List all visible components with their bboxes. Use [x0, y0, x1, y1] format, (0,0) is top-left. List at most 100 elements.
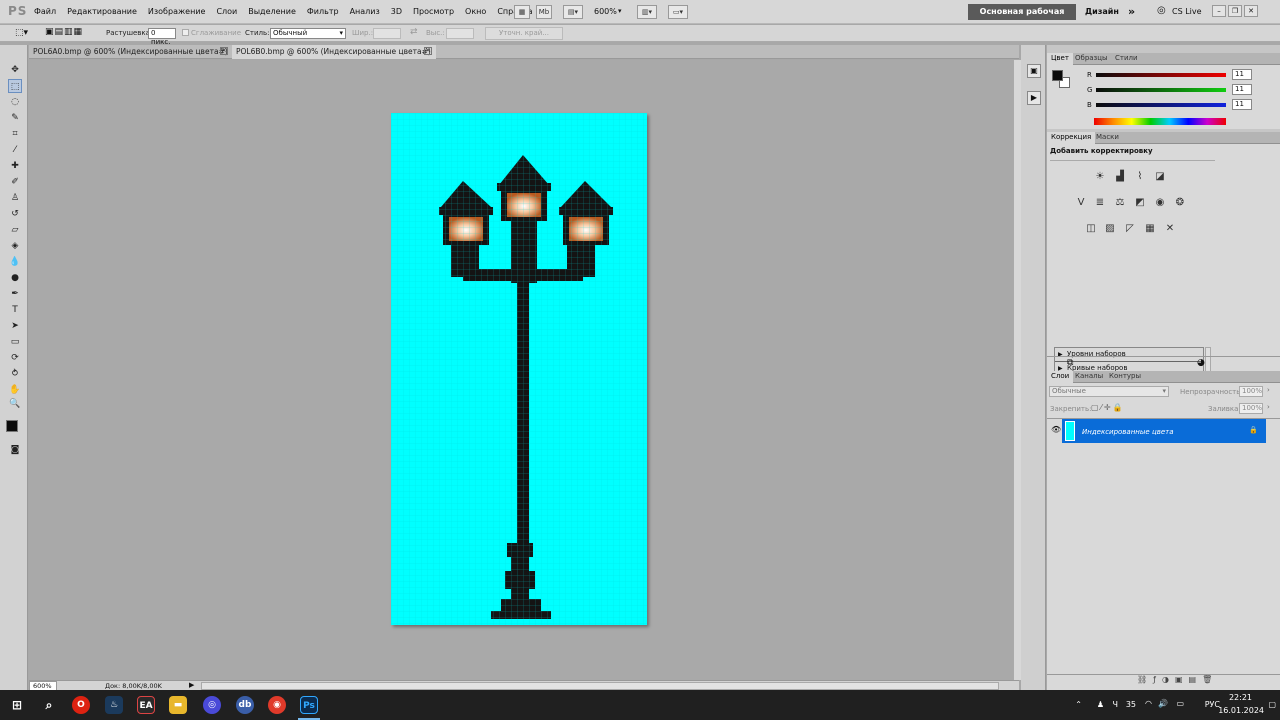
tray-wifi-icon[interactable]: ◠: [1145, 699, 1152, 708]
move-tool-icon[interactable]: ✥: [8, 63, 22, 77]
selective-color-icon[interactable]: ✕: [1163, 222, 1177, 236]
chevron-down-icon[interactable]: ▾: [618, 7, 622, 15]
tab-masks[interactable]: Маски: [1092, 132, 1123, 144]
eraser-tool-icon[interactable]: ▱: [8, 223, 22, 237]
dodge-tool-icon[interactable]: ●: [8, 271, 22, 285]
invert-icon[interactable]: ◫: [1084, 222, 1098, 236]
horizontal-scrollbar[interactable]: [201, 682, 999, 690]
curves-icon[interactable]: ⌇: [1133, 170, 1147, 184]
more-workspaces-icon[interactable]: »: [1128, 5, 1135, 18]
pen-tool-icon[interactable]: ✒: [8, 287, 22, 301]
healing-brush-tool-icon[interactable]: ✚: [8, 159, 22, 173]
menu-item[interactable]: Окно: [465, 7, 486, 16]
photoshop-taskbar-icon[interactable]: Ps: [300, 696, 318, 714]
cslive-icon[interactable]: ◎: [1157, 5, 1166, 16]
new-adjustment-layer-icon[interactable]: ◕: [1197, 358, 1205, 368]
brush-tool-icon[interactable]: ✐: [8, 175, 22, 189]
windows-start-icon[interactable]: ⊞: [8, 696, 26, 714]
tab-pol6a0[interactable]: POL6A0.bmp @ 600% (Индексированные цвета…: [29, 45, 232, 69]
preset-item[interactable]: Уровни наборов: [1055, 348, 1203, 362]
path-selection-tool-icon[interactable]: ➤: [8, 319, 22, 333]
opera-icon[interactable]: O: [72, 696, 90, 714]
menu-item[interactable]: Выделение: [248, 7, 296, 16]
height-input[interactable]: [446, 28, 474, 39]
threshold-icon[interactable]: ◸: [1123, 222, 1137, 236]
tray-volume-icon[interactable]: 🔊: [1158, 699, 1168, 708]
tab-color[interactable]: Цвет: [1047, 53, 1073, 65]
color-ramp[interactable]: [1094, 118, 1226, 125]
channel-b-value[interactable]: 11: [1232, 99, 1252, 110]
tab-swatches[interactable]: Образцы: [1071, 53, 1112, 65]
tab-channels[interactable]: Каналы: [1071, 371, 1107, 383]
vertical-scrollbar[interactable]: [1013, 60, 1021, 680]
menu-item[interactable]: 3D: [391, 7, 402, 16]
tray-app-icon[interactable]: ♟: [1097, 700, 1104, 709]
channel-mixer-icon[interactable]: ❂: [1173, 196, 1187, 210]
menu-item[interactable]: Фильтр: [307, 7, 339, 16]
close-button[interactable]: ✕: [1244, 5, 1258, 17]
zoom-tool-icon[interactable]: 🔍: [8, 397, 22, 411]
lasso-tool-icon[interactable]: ◌: [8, 95, 22, 109]
search-icon[interactable]: ⌕: [40, 696, 58, 714]
gradient-map-icon[interactable]: ▦: [1143, 222, 1157, 236]
fill-input[interactable]: 100%: [1239, 403, 1263, 414]
refine-edge-button[interactable]: Уточн. край...: [485, 27, 563, 40]
close-tab-icon[interactable]: ×: [220, 47, 228, 55]
restore-button[interactable]: ❐: [1228, 5, 1242, 17]
3d-rotate-tool-icon[interactable]: ⟳: [8, 351, 22, 365]
history-brush-tool-icon[interactable]: ↺: [8, 207, 22, 221]
zoom-level-dropdown[interactable]: 600%: [594, 7, 617, 16]
cslive-button[interactable]: CS Live: [1172, 7, 1202, 16]
tray-battery-icon[interactable]: ▭: [1176, 699, 1184, 708]
marquee-preset-icon[interactable]: ⬚▾: [15, 28, 28, 38]
blend-mode-select[interactable]: Обычные ▾: [1049, 386, 1169, 397]
swap-icon[interactable]: ⇄: [410, 27, 418, 37]
history-panel-icon[interactable]: ▣: [1027, 64, 1041, 78]
mini-bridge-button[interactable]: Mb: [536, 5, 552, 19]
rect-marquee-tool-icon[interactable]: ⬚: [8, 79, 22, 93]
workspace-essentials-button[interactable]: Основная рабочая среда: [968, 4, 1076, 32]
width-input[interactable]: [373, 28, 401, 39]
3d-orbit-tool-icon[interactable]: ⥁: [8, 367, 22, 381]
channel-b-slider[interactable]: [1096, 103, 1226, 107]
exposure-icon[interactable]: ◪: [1153, 170, 1167, 184]
channel-g-value[interactable]: 11: [1232, 84, 1252, 95]
file-explorer-icon[interactable]: ▬: [169, 696, 187, 714]
tab-pol6b0[interactable]: POL6B0.bmp @ 600% (Индексированные цвета…: [232, 45, 436, 69]
eyedropper-tool-icon[interactable]: ⁄: [8, 143, 22, 157]
clock-date[interactable]: 16.01.2024: [1218, 706, 1264, 715]
blur-tool-icon[interactable]: 💧: [8, 255, 22, 269]
quick-select-tool-icon[interactable]: ✎: [8, 111, 22, 125]
menu-item[interactable]: Анализ: [350, 7, 380, 16]
foreground-color-chip[interactable]: [1052, 70, 1063, 81]
workspace-design-button[interactable]: Дизайн: [1085, 7, 1119, 16]
opacity-arrow-icon[interactable]: ›: [1267, 386, 1270, 394]
menu-item[interactable]: Редактирование: [67, 7, 137, 16]
paint-bucket-tool-icon[interactable]: ◈: [8, 239, 22, 253]
black-white-icon[interactable]: ◩: [1133, 196, 1147, 210]
arrange-documents-button[interactable]: ▥▾: [637, 5, 657, 19]
ea-icon[interactable]: EA: [137, 696, 155, 714]
view-extras-button[interactable]: ▤▾: [563, 5, 583, 19]
color-balance-icon[interactable]: ⚖: [1113, 196, 1127, 210]
tray-overflow-icon[interactable]: ⌃: [1075, 700, 1082, 709]
canvas-area[interactable]: [29, 60, 1013, 680]
fill-arrow-icon[interactable]: ›: [1267, 403, 1270, 411]
channel-g-slider[interactable]: [1096, 88, 1226, 92]
lock-icons[interactable]: ▢⁄✛🔒: [1091, 403, 1125, 412]
clip-to-layer-icon[interactable]: ⧉: [1067, 358, 1073, 368]
posterize-icon[interactable]: ▨: [1103, 222, 1117, 236]
photo-filter-icon[interactable]: ◉: [1153, 196, 1167, 210]
actions-panel-icon[interactable]: ▶: [1027, 91, 1041, 105]
app-db-icon[interactable]: db: [236, 696, 254, 714]
levels-icon[interactable]: ▟: [1113, 170, 1127, 184]
menu-item[interactable]: Файл: [34, 7, 56, 16]
quick-mask-icon[interactable]: ◙: [8, 443, 22, 457]
shape-tool-icon[interactable]: ▭: [8, 335, 22, 349]
tab-styles[interactable]: Стили: [1111, 53, 1142, 65]
type-tool-icon[interactable]: T: [8, 303, 22, 317]
close-tab-icon[interactable]: ×: [424, 47, 432, 55]
crop-tool-icon[interactable]: ⌗: [8, 127, 22, 141]
antialias-checkbox[interactable]: [182, 29, 189, 36]
visibility-eye-icon[interactable]: 👁: [1051, 425, 1061, 434]
